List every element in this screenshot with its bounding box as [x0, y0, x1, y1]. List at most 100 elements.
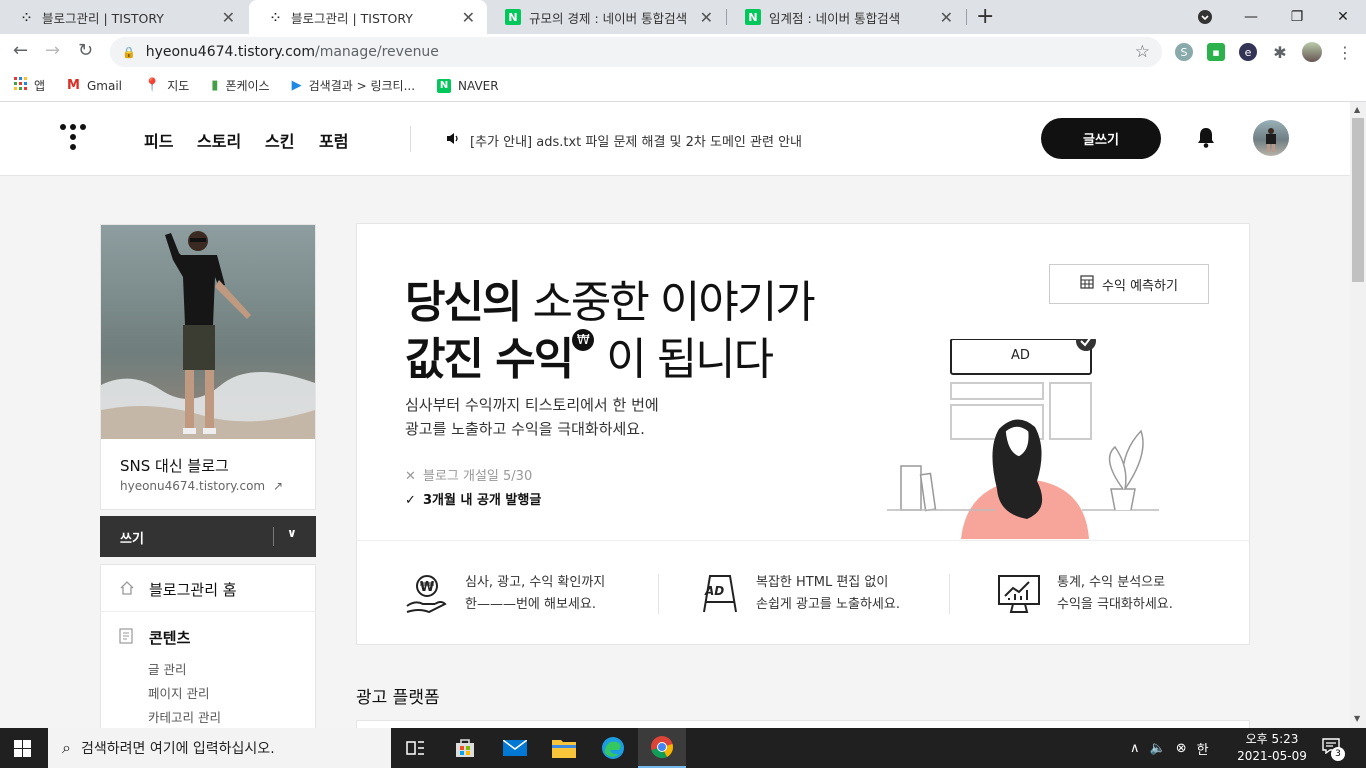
check-mark-icon: ✓ [405, 493, 416, 508]
nav-forum[interactable]: 포럼 [319, 128, 348, 152]
hero-headline-bold: 당신의 [405, 277, 522, 328]
scroll-up-icon[interactable]: ▲ [1354, 105, 1360, 114]
minimize-icon[interactable]: — [1228, 0, 1274, 34]
tistory-page: 피드 스토리 스킨 포럼 [추가 안내] ads.txt 파일 문제 해결 및 … [0, 102, 1350, 728]
revenue-forecast-button[interactable]: 수익 예측하기 [1049, 264, 1209, 304]
close-window-icon[interactable]: ✕ [1320, 0, 1366, 34]
close-icon[interactable]: ✕ [222, 8, 235, 27]
notice-banner[interactable]: [추가 안내] ads.txt 파일 문제 해결 및 2차 도메인 관련 안내 [446, 131, 802, 150]
windows-start-icon[interactable] [14, 740, 31, 757]
chevron-down-icon[interactable]: ∨ [287, 526, 297, 540]
monitor-chart-icon [997, 572, 1041, 616]
clock-time: 오후 5:23 [1245, 732, 1299, 746]
windows-taskbar: ⌕ 검색하려면 여기에 입력하십시오. ∧ 🔈 ⊗ 한 오후 5:23 2021… [0, 728, 1366, 768]
hand-coin-icon: ₩ [405, 572, 449, 616]
mail-icon[interactable] [491, 728, 539, 768]
ad-signboard-icon: AD [696, 572, 740, 616]
taskbar-clock[interactable]: 오후 5:23 2021-05-09 [1232, 731, 1312, 765]
tab-2[interactable]: ⁘ 블로그관리 | TISTORY ✕ [249, 0, 487, 34]
puzzle-extensions-icon[interactable]: ✱ [1271, 43, 1289, 62]
hero-description-line2: 광고를 노출하고 수익을 극대화하세요. [405, 420, 645, 438]
tab-title: 블로그관리 | TISTORY [291, 10, 413, 26]
task-view-icon[interactable] [392, 728, 440, 768]
revenue-hero-card: 당신의 소중한 이야기가 값진 수익 ₩ 이 됩니다 심사부터 수익까지 티스토리… [356, 223, 1250, 645]
feature-line: 한———번에 해보세요. [465, 597, 596, 612]
maximize-icon[interactable]: ❐ [1274, 0, 1320, 34]
address-bar[interactable]: 🔒 hyeonu4674.tistory.com/manage/revenue … [110, 37, 1162, 67]
menu-kebab-icon[interactable]: ⋮ [1336, 43, 1354, 62]
chrome-icon[interactable] [638, 728, 686, 768]
volume-icon[interactable]: 🔈 [1150, 741, 1166, 756]
edge-icon[interactable] [589, 728, 637, 768]
hero-description-line1: 심사부터 수익까지 티스토리에서 한 번에 [405, 396, 659, 414]
tab-3[interactable]: N 규모의 경제 : 네이버 통합검색 ✕ [487, 0, 725, 34]
hero-divider [357, 540, 1249, 541]
sidebar-item-home[interactable]: 블로그관리 홈 [119, 579, 237, 600]
tab-strip: ⁘ 블로그관리 | TISTORY ✕ ⁘ 블로그관리 | TISTORY ✕ … [0, 0, 1366, 34]
sidebar-write-button[interactable]: 쓰기 ∨ [100, 516, 316, 557]
user-avatar[interactable] [1253, 120, 1289, 156]
bookmark-naver[interactable]: N NAVER [437, 78, 499, 93]
close-icon[interactable]: ✕ [700, 8, 713, 27]
extension-icon[interactable]: ▪ [1207, 43, 1225, 61]
header-divider [410, 126, 411, 152]
close-icon[interactable]: ✕ [940, 8, 953, 27]
bookmark-maps[interactable]: 📍 지도 [144, 77, 189, 94]
blog-title[interactable]: SNS 대신 블로그 [120, 455, 229, 476]
chevron-up-icon[interactable]: ∧ [1130, 741, 1140, 756]
tab-4[interactable]: N 임계점 : 네이버 통합검색 ✕ [727, 0, 965, 34]
tab-1[interactable]: ⁘ 블로그관리 | TISTORY ✕ [0, 0, 247, 34]
skype-extension-icon[interactable]: S [1175, 43, 1193, 61]
sidebar-sub-pages[interactable]: 페이지 관리 [148, 683, 209, 702]
write-post-button[interactable]: 글쓰기 [1041, 118, 1161, 159]
bookmark-phonecase[interactable]: ▮ 폰케이스 [211, 77, 269, 94]
taskbar-search-box[interactable]: ⌕ 검색하려면 여기에 입력하십시오. [48, 728, 391, 768]
nav-story[interactable]: 스토리 [197, 128, 241, 152]
reload-icon[interactable]: ↻ [78, 40, 93, 61]
bookmark-label: NAVER [458, 78, 499, 93]
gmail-icon: M [67, 78, 80, 93]
file-explorer-icon[interactable] [540, 728, 588, 768]
profile-avatar[interactable] [1302, 42, 1322, 62]
sidebar-sub-categories[interactable]: 카테고리 관리 [148, 707, 221, 726]
tab-search-icon[interactable] [1182, 0, 1228, 34]
tab-title: 임계점 : 네이버 통합검색 [769, 10, 901, 26]
blog-profile-photo[interactable] [101, 225, 315, 439]
external-link-icon: ↗ [272, 479, 283, 493]
notification-count-badge: 3 [1331, 747, 1345, 761]
page-scrollbar[interactable]: ▲ ▼ [1350, 102, 1366, 728]
extension-icon[interactable]: e [1239, 43, 1257, 61]
browser-toolbar: ← → ↻ 🔒 hyeonu4674.tistory.com/manage/re… [0, 34, 1366, 70]
bookmark-gmail[interactable]: M Gmail [67, 78, 122, 93]
sidebar-item-label: 콘텐츠 [149, 629, 191, 647]
notification-center-icon[interactable]: 3 [1322, 738, 1345, 761]
nav-feed[interactable]: 피드 [144, 128, 173, 152]
network-off-icon[interactable]: ⊗ [1176, 741, 1187, 756]
play-icon: ▶ [291, 78, 302, 93]
bell-icon[interactable] [1196, 126, 1216, 152]
back-arrow-icon[interactable]: ← [13, 40, 28, 61]
ad-platform-card [356, 720, 1250, 728]
bookmark-label: 앱 [34, 79, 46, 93]
maps-pin-icon: 📍 [144, 78, 161, 93]
ime-indicator[interactable]: 한 [1197, 739, 1209, 758]
new-tab-button[interactable]: + [976, 4, 994, 29]
blog-url: hyeonu4674.tistory.com [120, 479, 266, 493]
close-icon[interactable]: ✕ [462, 8, 475, 27]
bookmark-apps[interactable]: 앱 [14, 77, 45, 94]
bookmark-linktree[interactable]: ▶ 검색결과 > 링크티... [292, 77, 415, 94]
bookmark-star-icon[interactable]: ☆ [1135, 42, 1150, 62]
sidebar-sub-posts[interactable]: 글 관리 [148, 659, 186, 678]
hero-headline-text: 소중한 이야기가 [520, 277, 815, 328]
tistory-logo-icon[interactable] [60, 124, 86, 154]
scrollbar-thumb[interactable] [1352, 118, 1364, 282]
store-icon[interactable] [441, 728, 489, 768]
forward-arrow-icon[interactable]: → [45, 40, 60, 61]
url-path: /manage/revenue [315, 44, 439, 60]
requirement-text: 블로그 개설일 5/30 [423, 469, 533, 484]
blog-url-link[interactable]: hyeonu4674.tistory.com ↗ [120, 479, 283, 493]
scroll-down-icon[interactable]: ▼ [1354, 714, 1360, 723]
nav-skin[interactable]: 스킨 [265, 128, 294, 152]
sidebar-item-contents[interactable]: 콘텐츠 [119, 627, 190, 648]
home-icon [119, 580, 139, 600]
